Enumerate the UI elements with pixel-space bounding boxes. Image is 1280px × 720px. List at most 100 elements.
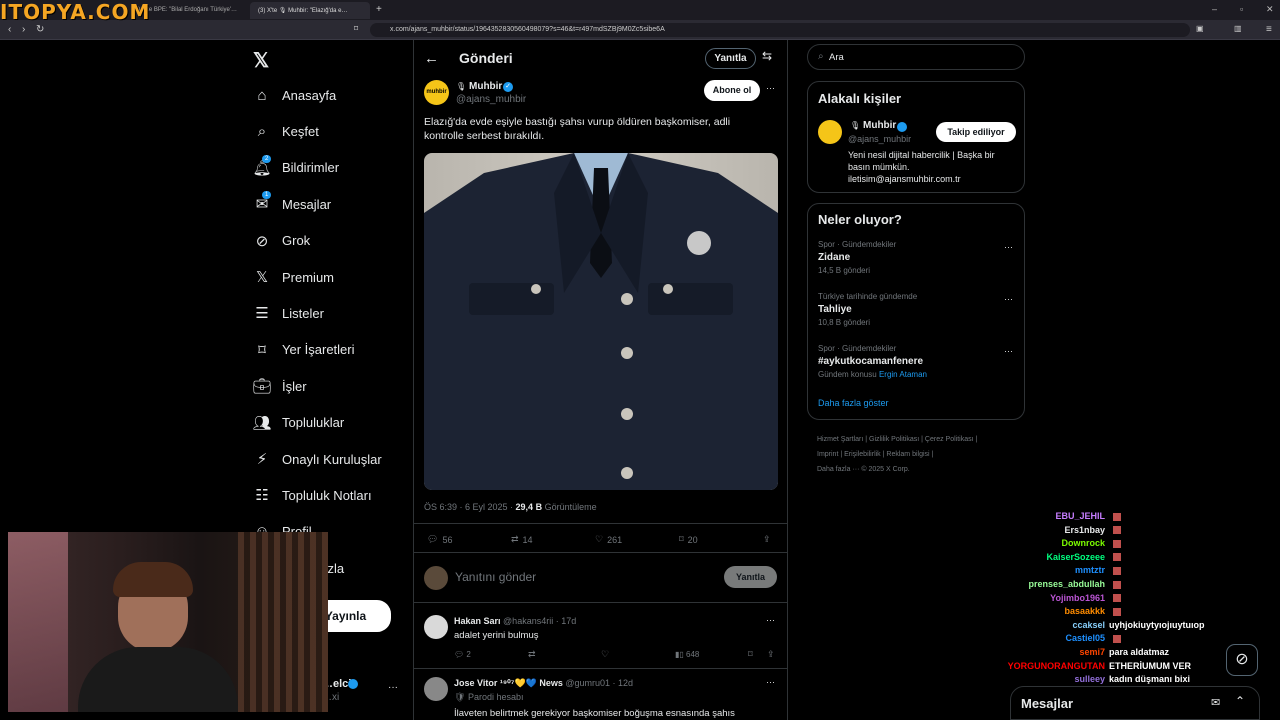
footer-link[interactable]: Erişilebilirlik <box>844 451 881 458</box>
reply-bookmark-icon[interactable]: ⌑ <box>748 649 753 660</box>
trend-title[interactable]: Zidane <box>818 252 850 263</box>
reply-reply-action[interactable]: 💬︎ 2 <box>454 650 471 659</box>
repost-action[interactable]: ⇄ 14 <box>511 534 533 545</box>
reply-author-name[interactable]: Hakan Sarı <box>454 616 501 626</box>
sidebar-item-8[interactable]: ⌑ Yer İşaretleri <box>252 338 355 362</box>
filter-icon[interactable]: ⇆ <box>762 49 772 63</box>
trend-related-link[interactable]: Ergin Ataman <box>879 370 927 379</box>
share-icon[interactable]: ⇪ <box>763 534 771 545</box>
avatar[interactable]: muhbir <box>424 80 449 105</box>
sidebar-item-1[interactable]: ⌂ Anasayfa <box>252 83 336 107</box>
reply-compose-input[interactable]: Yanıtını gönder <box>455 570 536 584</box>
expand-icon[interactable]: ⌃ <box>1235 694 1245 708</box>
new-tab-button[interactable]: + <box>372 2 388 19</box>
new-message-icon[interactable]: ✉ <box>1211 696 1220 709</box>
trend-more-icon[interactable]: ··· <box>1004 242 1013 252</box>
minimize-icon[interactable]: – <box>1212 4 1217 14</box>
my-avatar <box>424 566 448 590</box>
forward-icon[interactable]: › <box>22 24 25 35</box>
related-name[interactable]: Muhbir <box>863 120 896 131</box>
following-button[interactable]: Takip ediliyor <box>936 122 1016 142</box>
reply-heart-icon[interactable]: ♡ <box>601 649 609 660</box>
reply-share-icon[interactable]: ⇪ <box>767 649 775 660</box>
maximize-icon[interactable]: ▫ <box>1240 4 1243 14</box>
sidebar-item-7[interactable]: ☰ Listeler <box>252 301 324 325</box>
search-box[interactable]: ⌕ Ara <box>807 44 1025 70</box>
sidebar-item-6[interactable]: 𝕏 Premium <box>252 265 334 289</box>
footer-link[interactable]: Çerez Politikası <box>925 436 974 443</box>
reply-more-icon[interactable]: ··· <box>766 677 775 687</box>
trend-title[interactable]: #aykutkocamanfenere <box>818 356 923 367</box>
reply-action[interactable]: 💬︎ 56 <box>427 534 452 545</box>
chat-username: basaakkk <box>1064 606 1105 617</box>
post-image[interactable] <box>424 153 778 490</box>
footer-link[interactable]: Daha fazla ··· <box>817 466 859 473</box>
sidebar-item-label: Yer İşaretleri <box>282 342 355 358</box>
reply-avatar[interactable] <box>424 677 448 701</box>
sidebar-item-5[interactable]: ⊘ Grok <box>252 229 310 253</box>
sidebar-item-3[interactable]: 🔔︎ 2 Bildirimler <box>252 154 339 180</box>
author-handle[interactable]: @ajans_muhbir <box>456 94 526 105</box>
trend-meta: Spor · Gündemdekiler <box>818 344 897 353</box>
divider <box>414 523 787 524</box>
browser-address-bar: ‹ › ↻ ⌑ x.com/ajans_muhbir/status/196435… <box>0 20 1280 40</box>
reply-author-handle: @hakans4rii · 17d <box>503 616 577 626</box>
reply-author-name[interactable]: Jose Vitor ¹⁹⁰⁷💛💙 News <box>454 678 563 688</box>
like-count: 261 <box>607 534 623 545</box>
chat-username: KaiserSozeee <box>1046 551 1105 562</box>
sidebar-item-12[interactable]: ☷ Topluluk Notları <box>252 483 371 507</box>
back-icon[interactable]: ‹ <box>8 24 11 35</box>
trend-title[interactable]: Tahliye <box>818 304 852 315</box>
reply-submit-button[interactable]: Yanıtla <box>724 566 777 588</box>
sidebar-item-2[interactable]: ⌕ Keşfet <box>252 119 319 143</box>
like-action[interactable]: ♡ 261 <box>595 534 622 545</box>
extension-icon[interactable]: ▣ <box>1196 24 1204 33</box>
sidebar-item-11[interactable]: ⚡︎ Onaylı Kuruluşlar <box>252 447 382 471</box>
trend-more-icon[interactable]: ··· <box>1004 294 1013 304</box>
related-avatar[interactable] <box>818 120 842 144</box>
home-icon: ⌂ <box>257 86 267 104</box>
show-more-link[interactable]: Daha fazla göster <box>818 398 889 408</box>
chat-text: ETHERİUMUM VER <box>1109 660 1192 671</box>
reply-views[interactable]: ▮▯ 648 <box>675 650 699 659</box>
reply-more-icon[interactable]: ··· <box>766 615 775 625</box>
sidebar-item-label: Topluluklar <box>282 415 345 431</box>
reload-icon[interactable]: ↻ <box>36 24 44 35</box>
chat-message: mmtztr <box>1000 565 1121 575</box>
x-logo-icon[interactable]: 𝕏 <box>253 48 269 73</box>
reply-header-button[interactable]: Yanıtla <box>705 48 756 69</box>
author-name[interactable]: Muhbir <box>469 81 502 92</box>
page-title: Gönderi <box>459 50 513 66</box>
copyright: © 2025 X Corp. <box>861 466 910 473</box>
post-more-icon[interactable]: ··· <box>766 83 775 93</box>
footer-link[interactable]: Hizmet Şartları <box>817 436 863 443</box>
chat-badge-icon <box>1113 526 1121 535</box>
sidebar-item-label: Mesajlar <box>282 196 332 212</box>
messages-drawer[interactable]: Mesajlar ✉ ⌃ <box>1010 686 1260 720</box>
reply-views-count: 648 <box>686 650 700 659</box>
close-icon[interactable]: ✕ <box>1266 4 1274 15</box>
post-time: ÖS 6:39 · 6 Eyl 2025 · <box>424 502 516 512</box>
verified-icon: ✓ <box>503 82 513 92</box>
sidebar-icon[interactable]: ▥ <box>1234 24 1242 33</box>
footer-link[interactable]: Reklam bilgisi <box>886 451 929 458</box>
back-arrow-icon[interactable]: ← <box>424 50 439 67</box>
url-field[interactable]: x.com/ajans_muhbir/status/19643528305604… <box>370 23 1190 37</box>
chat-message: YORGUNORANGUTAN ETHERİUMUM VER <box>1000 661 1191 671</box>
grok-floating-icon[interactable]: ⊘ <box>1226 644 1258 676</box>
trend-more-icon[interactable]: ··· <box>1004 346 1013 356</box>
reply-repost-icon[interactable]: ⇄ <box>528 649 536 660</box>
bookmark-page-icon[interactable]: ⌑ <box>354 24 358 33</box>
browser-tab-active[interactable]: (3) X'te 🎙 Muhbir: "Elazığ'da e… <box>250 2 370 19</box>
sidebar-item-4[interactable]: ✉ 1 Mesajlar <box>252 191 332 216</box>
menu-icon[interactable]: ≡ <box>1266 24 1272 35</box>
sidebar-item-9[interactable]: 💼︎ İşler <box>252 374 306 398</box>
search-input[interactable]: Ara <box>829 52 844 63</box>
bookmark-action[interactable]: ⌑ 20 <box>679 534 698 545</box>
sidebar-item-10[interactable]: 👥︎ Topluluklar <box>252 411 344 435</box>
subscribe-button[interactable]: Abone ol <box>704 80 760 101</box>
footer-link[interactable]: Gizlilik Politikası <box>869 436 919 443</box>
reply-avatar[interactable] <box>424 615 448 639</box>
footer-link[interactable]: Imprint <box>817 451 838 458</box>
account-more-icon[interactable]: ··· <box>388 682 398 693</box>
